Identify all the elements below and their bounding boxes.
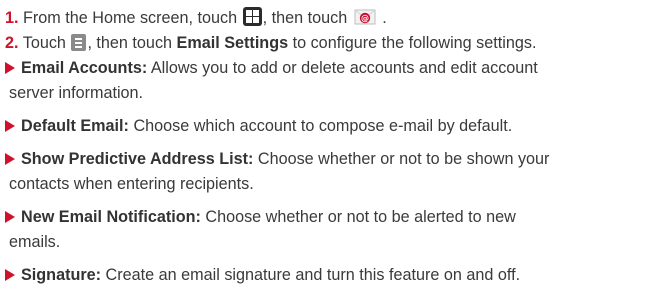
bullet-text: Allows you to add or delete accounts and… [150, 59, 538, 77]
bullet-continuation: contacts when entering recipients. [9, 175, 254, 193]
step-text: , then touch [87, 34, 173, 52]
step-1: 1. From the Home screen, touch , then to… [5, 6, 661, 31]
step-2: 2. Touch , then touch Email Settings to … [5, 31, 661, 56]
step-text: Touch [22, 34, 66, 52]
bullet-arrow-icon [5, 153, 15, 165]
bullet-predictive-address: Show Predictive Address List: Choose whe… [5, 147, 661, 172]
bullet-email-accounts: Email Accounts: Allows you to add or del… [5, 56, 661, 81]
bullet-text: Create an email signature and turn this … [105, 266, 521, 284]
bullet-title: Show Predictive Address List: [21, 150, 254, 168]
bullet-default-email: Default Email: Choose which account to c… [5, 114, 661, 139]
bullet-text: Choose whether or not to be alerted to n… [205, 208, 516, 226]
bullet-title: Email Accounts: [21, 59, 148, 77]
bullet-continuation: server information. [9, 84, 144, 102]
bullet-title: Default Email: [21, 117, 129, 135]
bullet-text: Choose which account to compose e-mail b… [133, 117, 513, 135]
bullet-arrow-icon [5, 62, 15, 74]
bullet-signature: Signature: Create an email signature and… [5, 263, 661, 288]
step-number: 2. [5, 34, 19, 52]
bullet-arrow-icon [5, 269, 15, 281]
step-text: . [382, 9, 387, 27]
step-text: From the Home screen, touch [23, 9, 238, 27]
bullet-new-email-notification: New Email Notification: Choose whether o… [5, 205, 661, 230]
bullet-continuation: emails. [9, 233, 61, 251]
step-number: 1. [5, 9, 19, 27]
bullet-title: New Email Notification: [21, 208, 201, 226]
instruction-page: 1. From the Home screen, touch , then to… [0, 0, 669, 297]
bullet-arrow-icon [5, 120, 15, 132]
step-text: , then touch [262, 9, 348, 27]
bullet-text: Choose whether or not to be shown your [257, 150, 550, 168]
bullet-arrow-icon [5, 211, 15, 223]
email-app-icon: @ [354, 9, 376, 25]
step-text: to configure the following settings. [292, 34, 537, 52]
svg-text:@: @ [361, 14, 369, 23]
apps-grid-icon [242, 7, 262, 26]
bullet-title: Signature: [21, 266, 102, 284]
step-emphasis: Email Settings [176, 34, 289, 52]
menu-key-icon [71, 34, 87, 51]
